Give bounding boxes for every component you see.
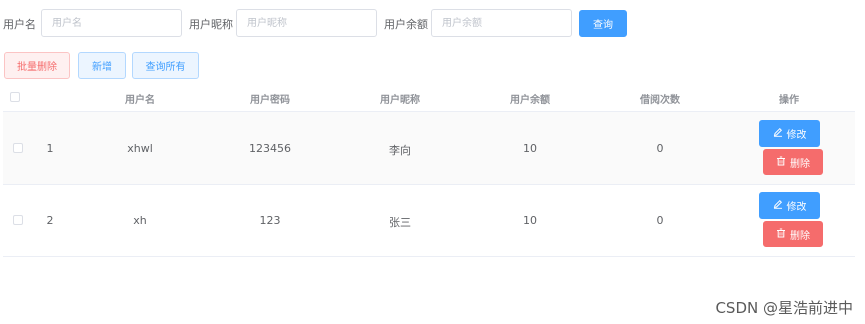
- balance-input[interactable]: [431, 9, 572, 37]
- row-borrow-count: 0: [656, 214, 664, 227]
- row-id: 2: [46, 214, 54, 227]
- balance-label: 用户余额: [384, 18, 428, 31]
- delete-label: 删除: [790, 158, 810, 170]
- add-button[interactable]: 新增: [78, 52, 126, 79]
- select-all-checkbox[interactable]: [10, 92, 20, 102]
- csdn-watermark: CSDN @星浩前进中: [715, 299, 853, 317]
- trash-icon: [776, 228, 790, 241]
- nickname-input[interactable]: [236, 9, 377, 37]
- edit-label: 修改: [786, 130, 807, 141]
- header-balance: 用户余额: [510, 95, 550, 106]
- row-balance: 10: [523, 142, 537, 155]
- row-divider: [3, 184, 855, 185]
- query-button[interactable]: 查询: [579, 10, 627, 37]
- trash-icon: [776, 156, 790, 169]
- edit-button[interactable]: 修改: [759, 120, 820, 147]
- edit-button[interactable]: 修改: [759, 192, 820, 219]
- header-borrow-count: 借阅次数: [640, 95, 680, 106]
- row-password: 123: [259, 214, 281, 227]
- username-label: 用户名: [3, 18, 36, 31]
- delete-button[interactable]: 删除: [763, 221, 823, 247]
- row-checkbox[interactable]: [13, 215, 23, 225]
- nickname-label: 用户昵称: [189, 18, 233, 31]
- row-id: 1: [46, 142, 54, 155]
- header-password: 用户密码: [250, 95, 290, 106]
- header-username: 用户名: [125, 95, 155, 106]
- row-nickname: 张三: [389, 216, 411, 229]
- row-nickname: 李向: [389, 144, 411, 157]
- edit-label: 修改: [786, 202, 807, 213]
- query-all-button[interactable]: 查询所有: [132, 52, 199, 79]
- username-input[interactable]: [41, 9, 182, 37]
- row-password: 123456: [249, 142, 291, 155]
- header-nickname: 用户昵称: [380, 95, 420, 106]
- edit-icon: [773, 199, 787, 212]
- header-actions: 操作: [779, 95, 799, 106]
- row-balance: 10: [523, 214, 537, 227]
- row-checkbox[interactable]: [13, 143, 23, 153]
- row-divider: [3, 256, 855, 257]
- edit-icon: [773, 127, 787, 140]
- row-username: xhwl: [127, 142, 153, 155]
- delete-label: 删除: [790, 230, 810, 242]
- row-username: xh: [133, 214, 147, 227]
- delete-button[interactable]: 删除: [763, 149, 823, 175]
- batch-delete-button[interactable]: 批量删除: [4, 52, 70, 79]
- row-borrow-count: 0: [656, 142, 664, 155]
